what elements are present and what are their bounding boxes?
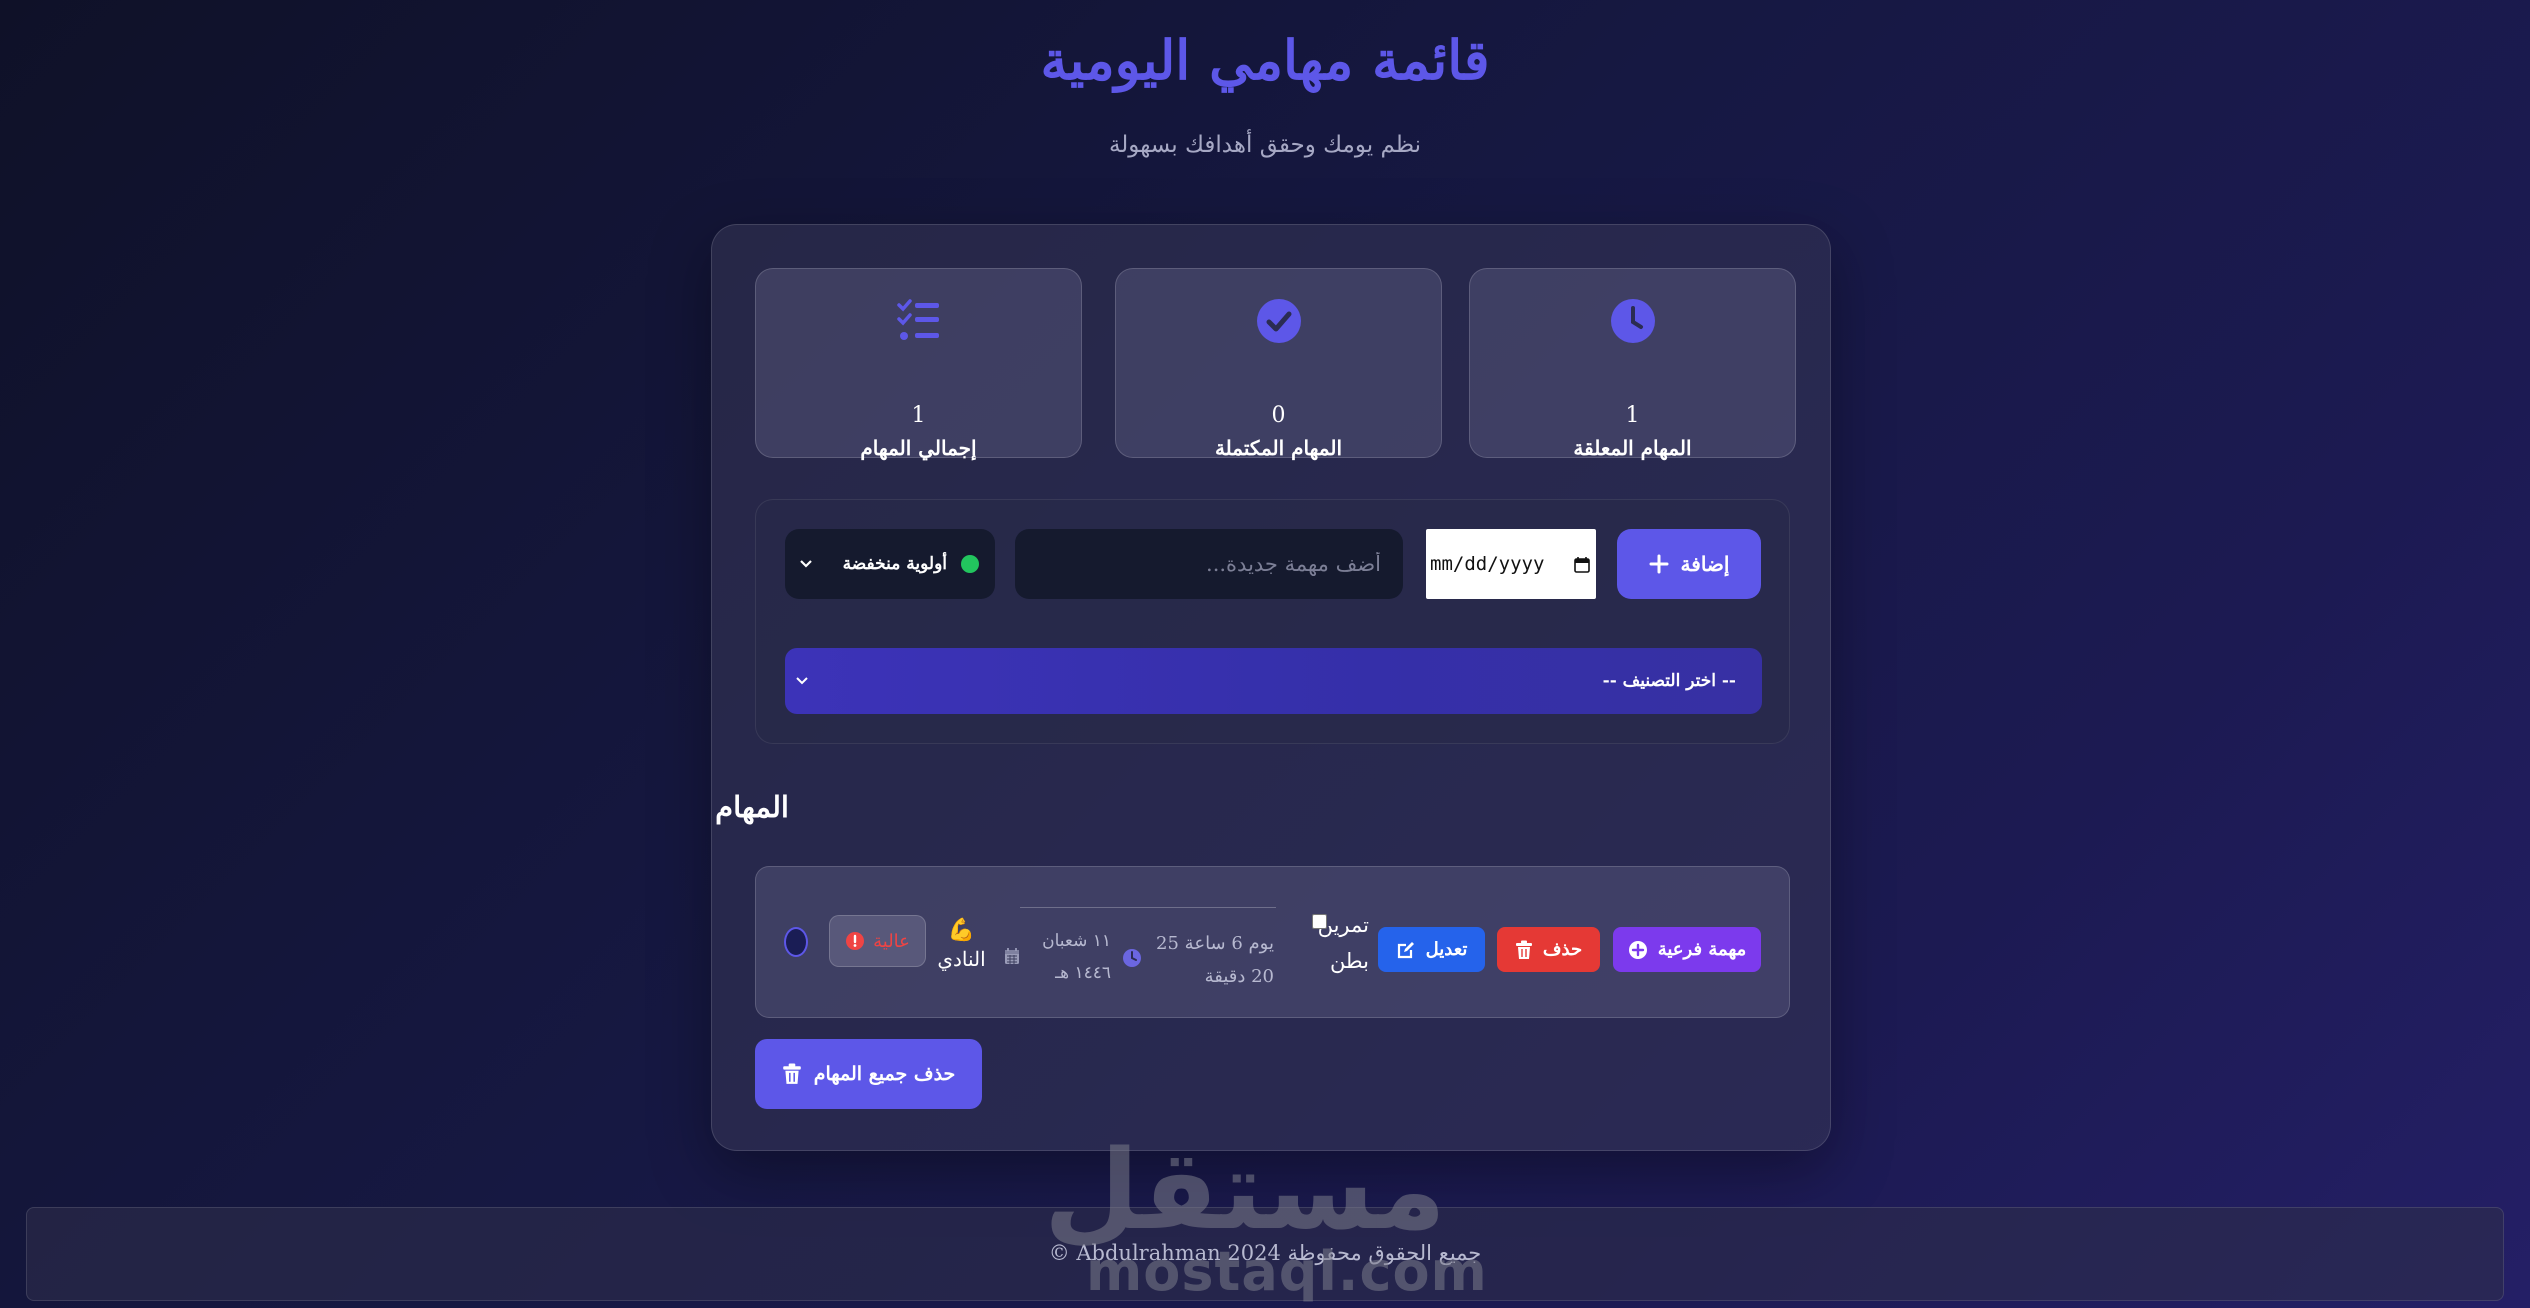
task-title: تمرين بطن — [1317, 913, 1369, 973]
stat-card-completed: 0 المهام المكتملة — [1115, 268, 1442, 460]
task-time: يوم 6 ساعة 25 20 دقيقة — [1156, 933, 1274, 987]
stat-value: 1 — [1625, 403, 1640, 428]
new-task-input[interactable] — [1015, 529, 1403, 599]
date-placeholder: mm/dd/yyyy — [1430, 553, 1545, 575]
add-task-button[interactable]: إضافة — [1617, 529, 1761, 599]
edit-icon — [1397, 941, 1414, 958]
task-item: مهمة فرعية حذف تعديل تمرين بطن يوم 6 ساع… — [755, 866, 1790, 1018]
plus-icon — [1649, 554, 1669, 574]
task-date: ١١ شعبان ١٤٤٦ هـ — [1042, 931, 1111, 983]
trash-icon — [1515, 940, 1532, 959]
edit-button-label: تعديل — [1425, 939, 1468, 960]
stat-value: 1 — [911, 403, 926, 428]
delete-all-label: حذف جميع المهام — [813, 1063, 956, 1085]
stat-label: المهام المكتملة — [1214, 436, 1343, 460]
check-circle-icon — [1256, 299, 1301, 343]
priority-selected-value: أولوية منخفضة — [842, 554, 947, 574]
priority-badge-label: عالية — [873, 930, 910, 952]
footer-copyright: جميع الحقوق محفوظة Abdulrahman 2024 © — [1048, 1241, 1482, 1265]
task-complete-checkbox[interactable] — [1312, 914, 1327, 929]
task-status-toggle[interactable] — [784, 927, 808, 957]
delete-all-tasks-button[interactable]: حذف جميع المهام — [755, 1039, 982, 1109]
due-date-input[interactable]: mm/dd/yyyy — [1426, 529, 1596, 599]
priority-low-dot-icon — [961, 555, 979, 573]
stat-card-total: 1 إجمالي المهام — [755, 268, 1082, 460]
calendar-icon[interactable] — [1574, 556, 1590, 573]
stat-label: إجمالي المهام — [860, 436, 977, 460]
category-select[interactable]: -- اختر التصنيف -- — [785, 648, 1762, 714]
trash-icon — [782, 1063, 801, 1084]
calendar-icon — [1005, 948, 1019, 964]
clock-icon — [1123, 949, 1141, 967]
category-selected-value: -- اختر التصنيف -- — [1602, 671, 1736, 691]
clock-icon — [1610, 299, 1655, 343]
delete-button-label: حذف — [1542, 939, 1583, 960]
edit-task-button[interactable]: تعديل — [1378, 927, 1485, 972]
add-task-form: إضافة mm/dd/yyyy أولوية منخفضة -- اختر ا… — [755, 499, 1790, 744]
main-container: 1 المهام المعلقة 0 المهام المكتملة 1 إجم… — [711, 224, 1831, 1151]
footer: جميع الحقوق محفوظة Abdulrahman 2024 © — [26, 1207, 2504, 1301]
page-subtitle: نظم يومك وحقق أهدافك بسهولة — [1108, 132, 1422, 158]
plus-circle-icon — [1628, 940, 1647, 959]
tasks-list-icon — [896, 299, 939, 340]
task-location-label: النادي — [937, 947, 986, 971]
task-location: 💪 النادي — [934, 918, 989, 971]
priority-badge: عالية — [829, 915, 926, 967]
chevron-down-icon — [800, 560, 812, 568]
delete-task-button[interactable]: حذف — [1497, 927, 1600, 972]
task-divider — [1020, 907, 1276, 908]
stat-value: 0 — [1271, 403, 1286, 428]
add-button-label: إضافة — [1680, 552, 1730, 576]
chevron-down-icon — [796, 677, 808, 685]
tasks-section-title: المهام — [715, 790, 789, 824]
exclamation-circle-icon — [846, 932, 865, 950]
flexed-biceps-icon: 💪 — [947, 918, 976, 943]
add-subtask-button[interactable]: مهمة فرعية — [1613, 927, 1761, 972]
stat-label: المهام المعلقة — [1573, 436, 1692, 460]
priority-select[interactable]: أولوية منخفضة — [785, 529, 995, 599]
stat-card-pending: 1 المهام المعلقة — [1469, 268, 1796, 460]
page-title: قائمة مهامي اليومية — [1040, 28, 1490, 92]
subtask-button-label: مهمة فرعية — [1657, 939, 1747, 960]
